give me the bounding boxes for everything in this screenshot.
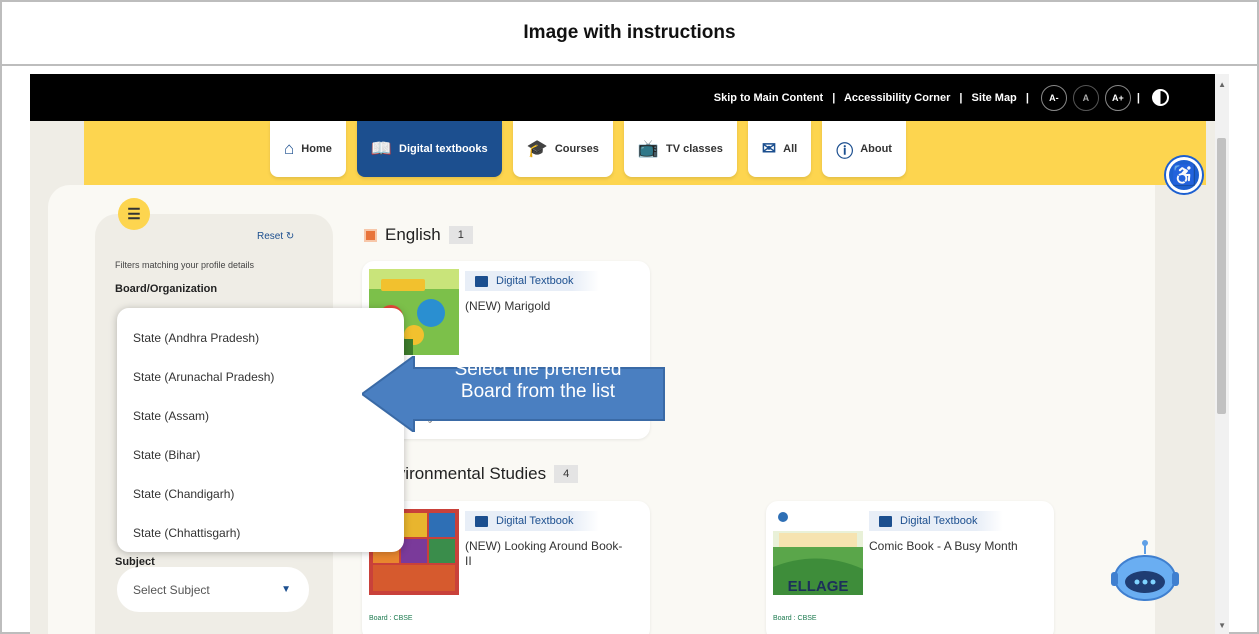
accessibility-person-icon: ♿ <box>1171 164 1197 187</box>
main-nav: ⌂ Home 📖 Digital textbooks 🎓 Courses 📺 T… <box>270 121 906 177</box>
nav-label: TV classes <box>666 143 723 155</box>
chatbot-robot-icon[interactable] <box>1110 540 1180 604</box>
open-book-icon: 📖 <box>370 139 393 158</box>
section-english: English 1 <box>364 225 473 245</box>
tag-label: Digital Textbook <box>900 515 978 527</box>
font-decrease-button[interactable]: A- <box>1040 84 1067 111</box>
board-option[interactable]: State (Chandigarh) <box>117 474 404 513</box>
tv-icon: 📺 <box>637 139 660 158</box>
site-map-link[interactable]: Site Map <box>972 92 1017 104</box>
nav-digital-textbooks[interactable]: 📖 Digital textbooks <box>356 121 502 177</box>
accessibility-widget-button[interactable]: ♿ <box>1166 157 1202 193</box>
book-board: Board : CBSE <box>773 615 817 622</box>
nav-label: All <box>783 143 798 155</box>
subject-select[interactable]: Select Subject ▼ <box>117 567 309 612</box>
font-normal-button[interactable]: A <box>1072 84 1099 111</box>
digital-textbook-tag: Digital Textbook <box>465 271 600 291</box>
book-title: Comic Book - A Busy Month <box>869 539 1018 553</box>
accessibility-topbar: Skip to Main Content | Accessibility Cor… <box>30 74 1215 121</box>
board-option[interactable]: State (Bihar) <box>117 435 404 474</box>
nav-all[interactable]: ✉ All <box>747 121 812 177</box>
font-increase-button[interactable]: A+ <box>1104 84 1131 111</box>
graduation-cap-icon: 🎓 <box>526 139 548 158</box>
subject-placeholder: Select Subject <box>133 582 210 597</box>
filter-hint: Filters matching your profile details <box>115 260 255 270</box>
book-tag-icon <box>475 515 488 527</box>
separator: | <box>832 91 836 104</box>
contrast-toggle-icon[interactable] <box>1152 89 1169 106</box>
tag-label: Digital Textbook <box>496 515 574 527</box>
reset-icon: ↻ <box>285 231 295 242</box>
skip-to-main-link[interactable]: Skip to Main Content <box>714 92 823 104</box>
section-count-badge: 1 <box>448 226 473 244</box>
instruction-text: Select the preferred Board from the list <box>416 359 660 403</box>
digital-textbook-tag: Digital Textbook <box>465 511 600 531</box>
board-option[interactable]: State (Assam) <box>117 396 404 435</box>
chevron-down-icon: ▼ <box>281 584 291 595</box>
inbox-icon: ✉ <box>761 139 777 158</box>
nav-tv-classes[interactable]: 📺 TV classes <box>623 121 737 177</box>
section-evs: Environmental Studies 4 <box>376 464 579 484</box>
book-title: (NEW) Looking Around Book-II <box>465 539 623 568</box>
nav-label: About <box>860 143 892 155</box>
reset-label: Reset <box>257 231 284 242</box>
book-card-busy-month[interactable]: ELLAGE Digital Textbook Comic Book - A B… <box>766 501 1054 634</box>
board-label: Board/Organization <box>115 283 218 295</box>
scroll-up-icon[interactable]: ▲ <box>1218 80 1226 89</box>
section-count-badge: 4 <box>554 465 579 483</box>
instruction-line-1: Select the preferred <box>454 359 622 380</box>
book-tag-icon <box>879 515 892 527</box>
tag-label: Digital Textbook <box>496 275 574 287</box>
accessibility-corner-link[interactable]: Accessibility Corner <box>844 92 950 104</box>
book-tag-icon <box>475 275 488 287</box>
nav-label: Home <box>301 143 332 155</box>
book-card-looking-around[interactable]: Digital Textbook (NEW) Looking Around Bo… <box>362 501 650 634</box>
board-option[interactable]: State (Arunachal Pradesh) <box>117 357 404 396</box>
instruction-line-2: Board from the list <box>460 381 616 402</box>
info-icon: ⓘ <box>836 141 854 161</box>
digital-textbook-tag: Digital Textbook <box>869 511 1004 531</box>
book-title: (NEW) Marigold <box>465 299 551 313</box>
separator: | <box>1025 91 1029 104</box>
filter-sliders-icon[interactable]: ☰ <box>118 198 150 230</box>
scrollbar-thumb[interactable] <box>1217 138 1226 414</box>
board-option[interactable]: State (Chhattisgarh) <box>117 513 404 552</box>
nav-home[interactable]: ⌂ Home <box>270 121 346 177</box>
book-icon <box>364 228 377 242</box>
image-caption: Image with instructions <box>2 2 1257 66</box>
separator: | <box>1136 91 1140 104</box>
separator: | <box>959 91 963 104</box>
book-board: Board : CBSE <box>369 615 413 622</box>
busy-month-cover-image: ELLAGE <box>773 509 863 595</box>
nav-courses[interactable]: 🎓 Courses <box>512 121 613 177</box>
nav-label: Courses <box>554 143 599 155</box>
home-icon: ⌂ <box>284 139 295 158</box>
board-option[interactable]: State (Andhra Pradesh) <box>117 318 404 357</box>
nav-label: Digital textbooks <box>399 143 488 155</box>
scrollbar[interactable]: ▲ ▼ <box>1215 74 1229 634</box>
nav-about[interactable]: ⓘ About <box>822 121 906 177</box>
browser-viewport: Skip to Main Content | Accessibility Cor… <box>30 74 1229 634</box>
board-dropdown-list: State (Andhra Pradesh) State (Arunachal … <box>117 308 404 552</box>
scroll-down-icon[interactable]: ▼ <box>1218 621 1226 630</box>
reset-filters-button[interactable]: Reset ↻ <box>257 231 294 242</box>
section-title: English <box>385 225 441 244</box>
cover-text: ELLAGE <box>788 578 849 595</box>
